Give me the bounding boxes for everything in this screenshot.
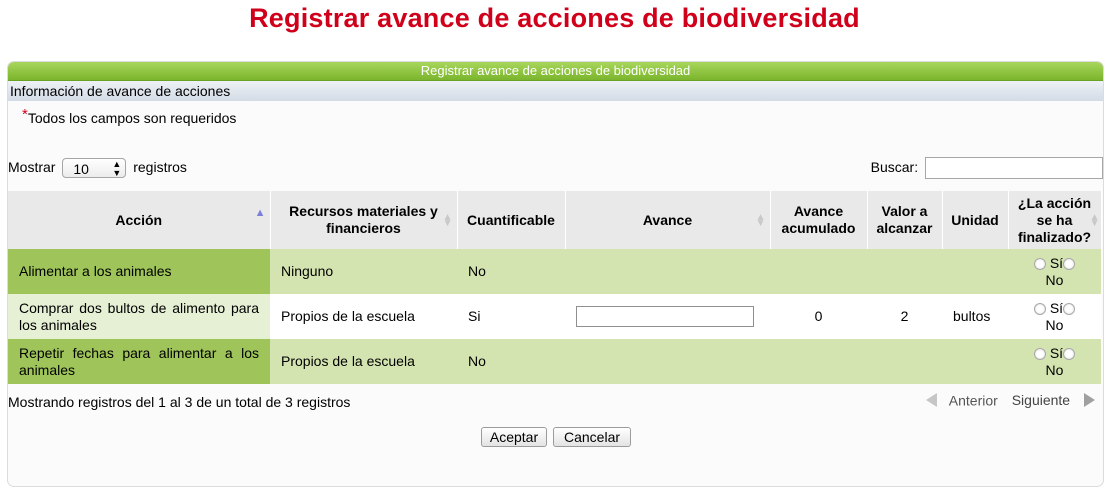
column-header-cuantificable[interactable]: Cuantificable bbox=[457, 191, 566, 249]
radio-si-label: Sí bbox=[1049, 254, 1064, 271]
column-header-label: Acción bbox=[115, 211, 163, 228]
triangle-left-icon[interactable] bbox=[925, 393, 937, 408]
radio-si[interactable] bbox=[1033, 347, 1046, 360]
sort-icon: ▲ ▼ bbox=[755, 212, 766, 229]
page-length-select[interactable]: 10 ▲ ▼ bbox=[62, 158, 127, 179]
cell-unidad bbox=[942, 339, 1008, 384]
actions-table: Acción ▲ Recursos materiales y financier… bbox=[8, 191, 1102, 384]
search-label: Buscar: bbox=[870, 159, 919, 175]
cell-valor bbox=[867, 249, 942, 294]
avance-input[interactable] bbox=[576, 306, 754, 327]
previous-link[interactable]: Anterior bbox=[949, 392, 998, 408]
form-panel: Registrar avance de acciones de biodiver… bbox=[7, 61, 1104, 487]
cell-valor: 2 bbox=[867, 294, 942, 339]
column-header-acumulado[interactable]: Avance acumulado bbox=[770, 191, 868, 249]
sort-ascending-icon: ▲ bbox=[254, 207, 266, 219]
cell-accion: Repetir fechas para alimentar a los anim… bbox=[8, 339, 270, 384]
column-header-finalizado[interactable]: ¿La acción se ha finalizado? ▲ ▼ bbox=[1008, 191, 1102, 249]
cell-cuantificable: No bbox=[457, 249, 565, 294]
cell-recursos: Propios de la escuela bbox=[270, 294, 457, 339]
cell-recursos: Ninguno bbox=[270, 249, 457, 294]
table-row: Comprar dos bultos de alimento para los … bbox=[8, 294, 1101, 339]
required-note-text: Todos los campos son requeridos bbox=[27, 110, 237, 126]
cell-unidad: bultos bbox=[942, 294, 1008, 339]
cell-avance bbox=[565, 294, 770, 339]
cell-finalizado: Sí No bbox=[1008, 339, 1101, 384]
radio-no-label: No bbox=[1045, 361, 1064, 378]
pagination: Anterior Siguiente bbox=[925, 391, 1095, 408]
accept-button[interactable]: Aceptar bbox=[481, 427, 547, 447]
page-title: Registrar avance de acciones de biodiver… bbox=[249, 3, 860, 33]
column-header-label: Recursos materiales y financieros bbox=[289, 203, 438, 236]
page-length-value: 10 bbox=[73, 161, 89, 178]
cell-recursos: Propios de la escuela bbox=[270, 339, 457, 384]
column-header-label: Avance bbox=[642, 211, 693, 228]
cell-acumulado: 0 bbox=[770, 294, 867, 339]
table-header-row: Acción ▲ Recursos materiales y financier… bbox=[8, 191, 1102, 249]
page-length-control: Mostrar 10 ▲ ▼ registros bbox=[8, 155, 187, 179]
column-header-label: ¿La acción se ha finalizado? bbox=[1017, 194, 1092, 245]
required-star: * bbox=[22, 106, 28, 123]
next-link[interactable]: Siguiente bbox=[1012, 392, 1070, 408]
cell-acumulado bbox=[770, 249, 867, 294]
radio-no-label: No bbox=[1045, 271, 1064, 288]
cell-avance bbox=[565, 339, 770, 384]
section-header: Información de avance de acciones bbox=[8, 81, 1103, 101]
show-label: Mostrar bbox=[8, 159, 56, 175]
cell-unidad bbox=[942, 249, 1008, 294]
panel-header: Registrar avance de acciones de biodiver… bbox=[8, 62, 1103, 81]
column-header-unidad[interactable]: Unidad bbox=[942, 191, 1009, 249]
cell-avance bbox=[565, 249, 770, 294]
column-header-label: Valor a alcanzar bbox=[876, 203, 933, 236]
records-label: registros bbox=[133, 159, 187, 175]
radio-no[interactable] bbox=[1063, 302, 1076, 315]
radio-si-label: Sí bbox=[1049, 299, 1064, 316]
required-note: *Todos los campos son requeridos bbox=[22, 106, 237, 127]
cancel-button[interactable]: Cancelar bbox=[553, 427, 631, 447]
table-info: Mostrando registros del 1 al 3 de un tot… bbox=[8, 394, 351, 410]
sort-icon: ▲ ▼ bbox=[442, 212, 453, 229]
column-header-label: Unidad bbox=[951, 211, 999, 228]
cell-finalizado: Sí No bbox=[1008, 294, 1101, 339]
column-header-label: Cuantificable bbox=[467, 211, 555, 228]
column-header-accion[interactable]: Acción ▲ bbox=[8, 191, 271, 249]
cell-cuantificable: Si bbox=[457, 294, 565, 339]
radio-no-label: No bbox=[1045, 316, 1064, 333]
cell-acumulado bbox=[770, 339, 867, 384]
cell-cuantificable: No bbox=[457, 339, 565, 384]
radio-si-label: Sí bbox=[1049, 344, 1064, 361]
column-header-label: Avance acumulado bbox=[781, 203, 856, 236]
radio-no[interactable] bbox=[1063, 257, 1076, 270]
table-row: Repetir fechas para alimentar a los anim… bbox=[8, 339, 1101, 384]
cell-accion: Comprar dos bultos de alimento para los … bbox=[8, 294, 270, 339]
select-arrows-icon: ▲ ▼ bbox=[112, 159, 122, 179]
column-header-valor[interactable]: Valor a alcanzar bbox=[867, 191, 943, 249]
triangle-right-icon[interactable] bbox=[1084, 393, 1095, 408]
cell-finalizado: Sí No bbox=[1008, 249, 1101, 294]
cell-valor bbox=[867, 339, 942, 384]
column-header-avance[interactable]: Avance ▲ ▼ bbox=[565, 191, 771, 249]
table-row: Alimentar a los animales Ninguno No Sí N… bbox=[8, 249, 1101, 294]
radio-si[interactable] bbox=[1033, 257, 1046, 270]
search-control: Buscar: bbox=[870, 155, 1103, 180]
radio-no[interactable] bbox=[1063, 347, 1076, 360]
cell-accion: Alimentar a los animales bbox=[8, 249, 270, 294]
sort-icon: ▲ ▼ bbox=[1089, 212, 1100, 229]
search-input[interactable] bbox=[925, 157, 1103, 180]
radio-si[interactable] bbox=[1033, 302, 1046, 315]
column-header-recursos[interactable]: Recursos materiales y financieros ▲ ▼ bbox=[270, 191, 458, 249]
